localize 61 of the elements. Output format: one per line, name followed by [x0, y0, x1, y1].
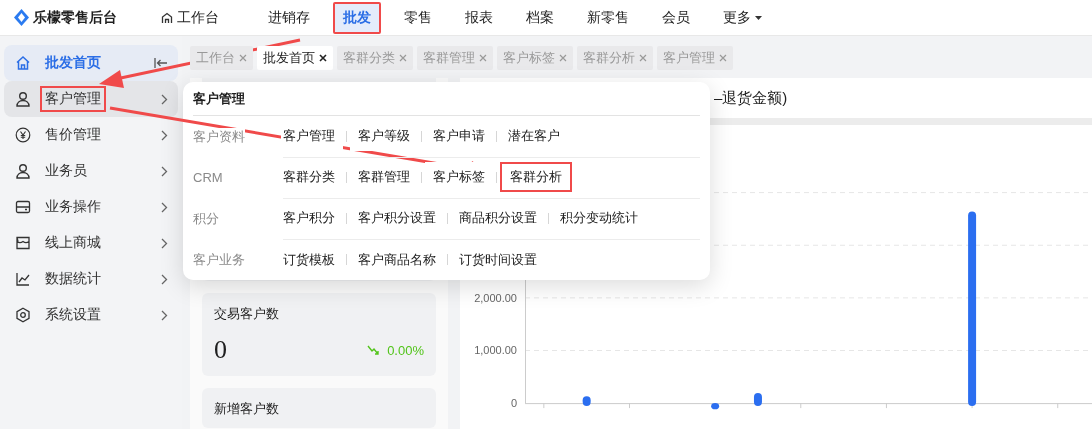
nav-item[interactable]: 档案 — [516, 1, 564, 34]
sidebar-item[interactable]: 业务员 — [4, 153, 178, 189]
line-chart-icon — [15, 271, 31, 287]
user-icon — [15, 91, 31, 107]
settings-icon — [15, 307, 31, 323]
chevron-right-icon — [161, 273, 168, 285]
sidebar-item[interactable]: 售价管理 — [4, 117, 178, 153]
group-label: CRM — [193, 170, 223, 185]
sidebar-label: 线上商城 — [44, 233, 102, 252]
user-icon — [15, 163, 31, 179]
nav-item[interactable]: 零售 — [394, 1, 442, 34]
logo-icon — [14, 9, 29, 26]
sidebar-item[interactable]: 客户管理 — [4, 81, 178, 117]
chart-bar — [711, 403, 720, 410]
chevron-right-icon — [161, 165, 168, 177]
sidebar-label: 系统设置 — [44, 305, 102, 324]
app-name: 乐檬零售后台 — [33, 8, 117, 27]
axis-label: 2,000.00 — [474, 291, 517, 304]
nav-item[interactable]: 会员 — [652, 1, 700, 34]
sidebar-label: 数据统计 — [44, 269, 102, 288]
nav-item[interactable]: 更多 — [713, 1, 772, 34]
chevron-right-icon — [161, 237, 168, 249]
chevron-right-icon — [161, 129, 168, 141]
nav-item[interactable]: 工作台 — [151, 1, 229, 34]
menu-title: 客户管理 — [193, 89, 245, 108]
caret-icon — [755, 15, 762, 20]
store-icon — [15, 235, 31, 251]
close-icon[interactable] — [319, 54, 327, 62]
chevron-right-icon — [161, 201, 168, 213]
stat-change: 0.00% — [387, 342, 424, 358]
sidebar-label: 批发首页 — [44, 53, 102, 72]
sidebar-label: 业务员 — [44, 161, 88, 180]
yen-icon — [15, 127, 31, 143]
nav-item[interactable]: 进销存 — [258, 1, 320, 34]
sidebar-label: 售价管理 — [44, 125, 102, 144]
sidebar-label: 客户管理 — [40, 86, 106, 112]
axis-label: 1,000.00 — [474, 344, 517, 357]
chevron-right-icon — [161, 309, 168, 321]
sidebar-item[interactable]: 系统设置 — [4, 297, 178, 333]
chart-bar — [582, 396, 591, 407]
sidebar-item[interactable]: 线上商城 — [4, 225, 178, 261]
stat-value: 0 — [214, 335, 228, 365]
page-tab[interactable]: 批发首页 — [257, 46, 333, 70]
sidebar-item[interactable]: 业务操作 — [4, 189, 178, 225]
stat-title: 新增客户数 — [214, 400, 280, 418]
menu-link[interactable]: 客群分析 — [500, 162, 572, 192]
chart-title: –退货金额) — [714, 88, 788, 108]
stat-title: 交易客户数 — [214, 305, 280, 323]
sidebar-label: 业务操作 — [44, 197, 102, 216]
nav-item[interactable]: 新零售 — [577, 1, 639, 34]
collapse-icon[interactable] — [154, 57, 168, 69]
sidebar-item[interactable]: 批发首页 — [4, 45, 178, 81]
chevron-right-icon — [161, 93, 168, 105]
chart-bar — [753, 393, 762, 407]
axis-label: 0 — [510, 397, 517, 410]
home-icon — [161, 11, 173, 24]
nav-item[interactable]: 批发 — [333, 1, 381, 34]
panel-icon — [15, 199, 31, 215]
nav-item[interactable]: 报表 — [455, 1, 503, 34]
home-icon — [15, 55, 31, 71]
sidebar-item[interactable]: 数据统计 — [4, 261, 178, 297]
